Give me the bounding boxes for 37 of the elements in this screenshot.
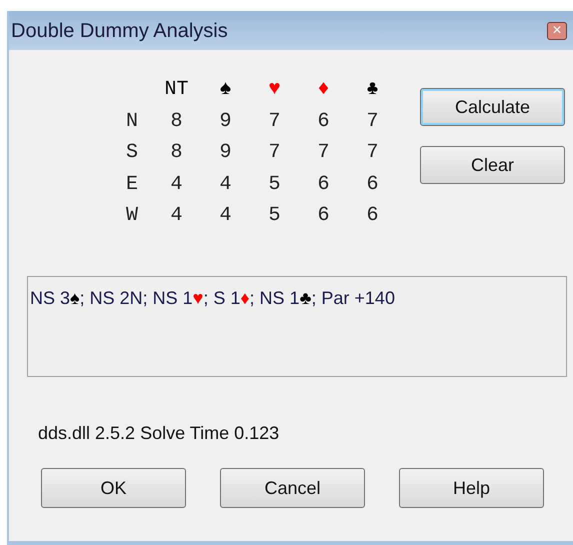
- side-button[interactable]: Clear: [420, 146, 565, 184]
- table-cell-text: 5: [267, 172, 282, 198]
- row-label: E: [124, 172, 139, 198]
- table-cell-text: 6: [316, 108, 330, 135]
- window-title: Double Dummy Analysis: [11, 18, 228, 44]
- column-header: ♥: [267, 77, 282, 103]
- row-label: W: [124, 203, 139, 230]
- table-cell-text: 6: [316, 203, 330, 230]
- table-cell-text: 5: [267, 203, 282, 230]
- table-cell-text: 9: [218, 108, 232, 135]
- dialog-button[interactable]: Cancel: [220, 468, 365, 508]
- column-header: ♠: [218, 77, 232, 103]
- row-label: N: [124, 108, 139, 135]
- table-cell-text: 4: [218, 172, 232, 198]
- table-cell-text: 7: [316, 140, 330, 166]
- table-cell-text: 7: [267, 108, 282, 135]
- side-button[interactable]: Calculate: [420, 88, 565, 126]
- table-cell-text: 6: [316, 172, 330, 198]
- dialog-button[interactable]: Help: [399, 468, 544, 508]
- table-cell-text: 7: [267, 140, 282, 166]
- status-text: dds.dll 2.5.2 Solve Time 0.123: [38, 422, 280, 445]
- table-cell-text: 8: [169, 140, 184, 166]
- table-cell-text: 9: [218, 140, 232, 166]
- row-label: S: [124, 140, 139, 166]
- table-cell-text: 4: [218, 203, 232, 230]
- table-cell-text: 8: [169, 108, 184, 135]
- table-cell-text: 4: [169, 172, 184, 198]
- table-cell-text: 7: [365, 140, 380, 166]
- column-header: ♣: [365, 77, 380, 103]
- column-header: ♦: [316, 77, 330, 103]
- table-cell-text: 7: [365, 108, 380, 135]
- result-field: NS 3♠; NS 2N; NS 1♥; S 1♦; NS 1♣; Par +140: [27, 276, 567, 377]
- table-cell-text: 4: [169, 203, 184, 230]
- dialog-button[interactable]: OK: [41, 468, 186, 508]
- column-header: NT: [163, 77, 190, 103]
- table-cell-text: 6: [365, 172, 380, 198]
- table-cell-text: 6: [365, 203, 380, 230]
